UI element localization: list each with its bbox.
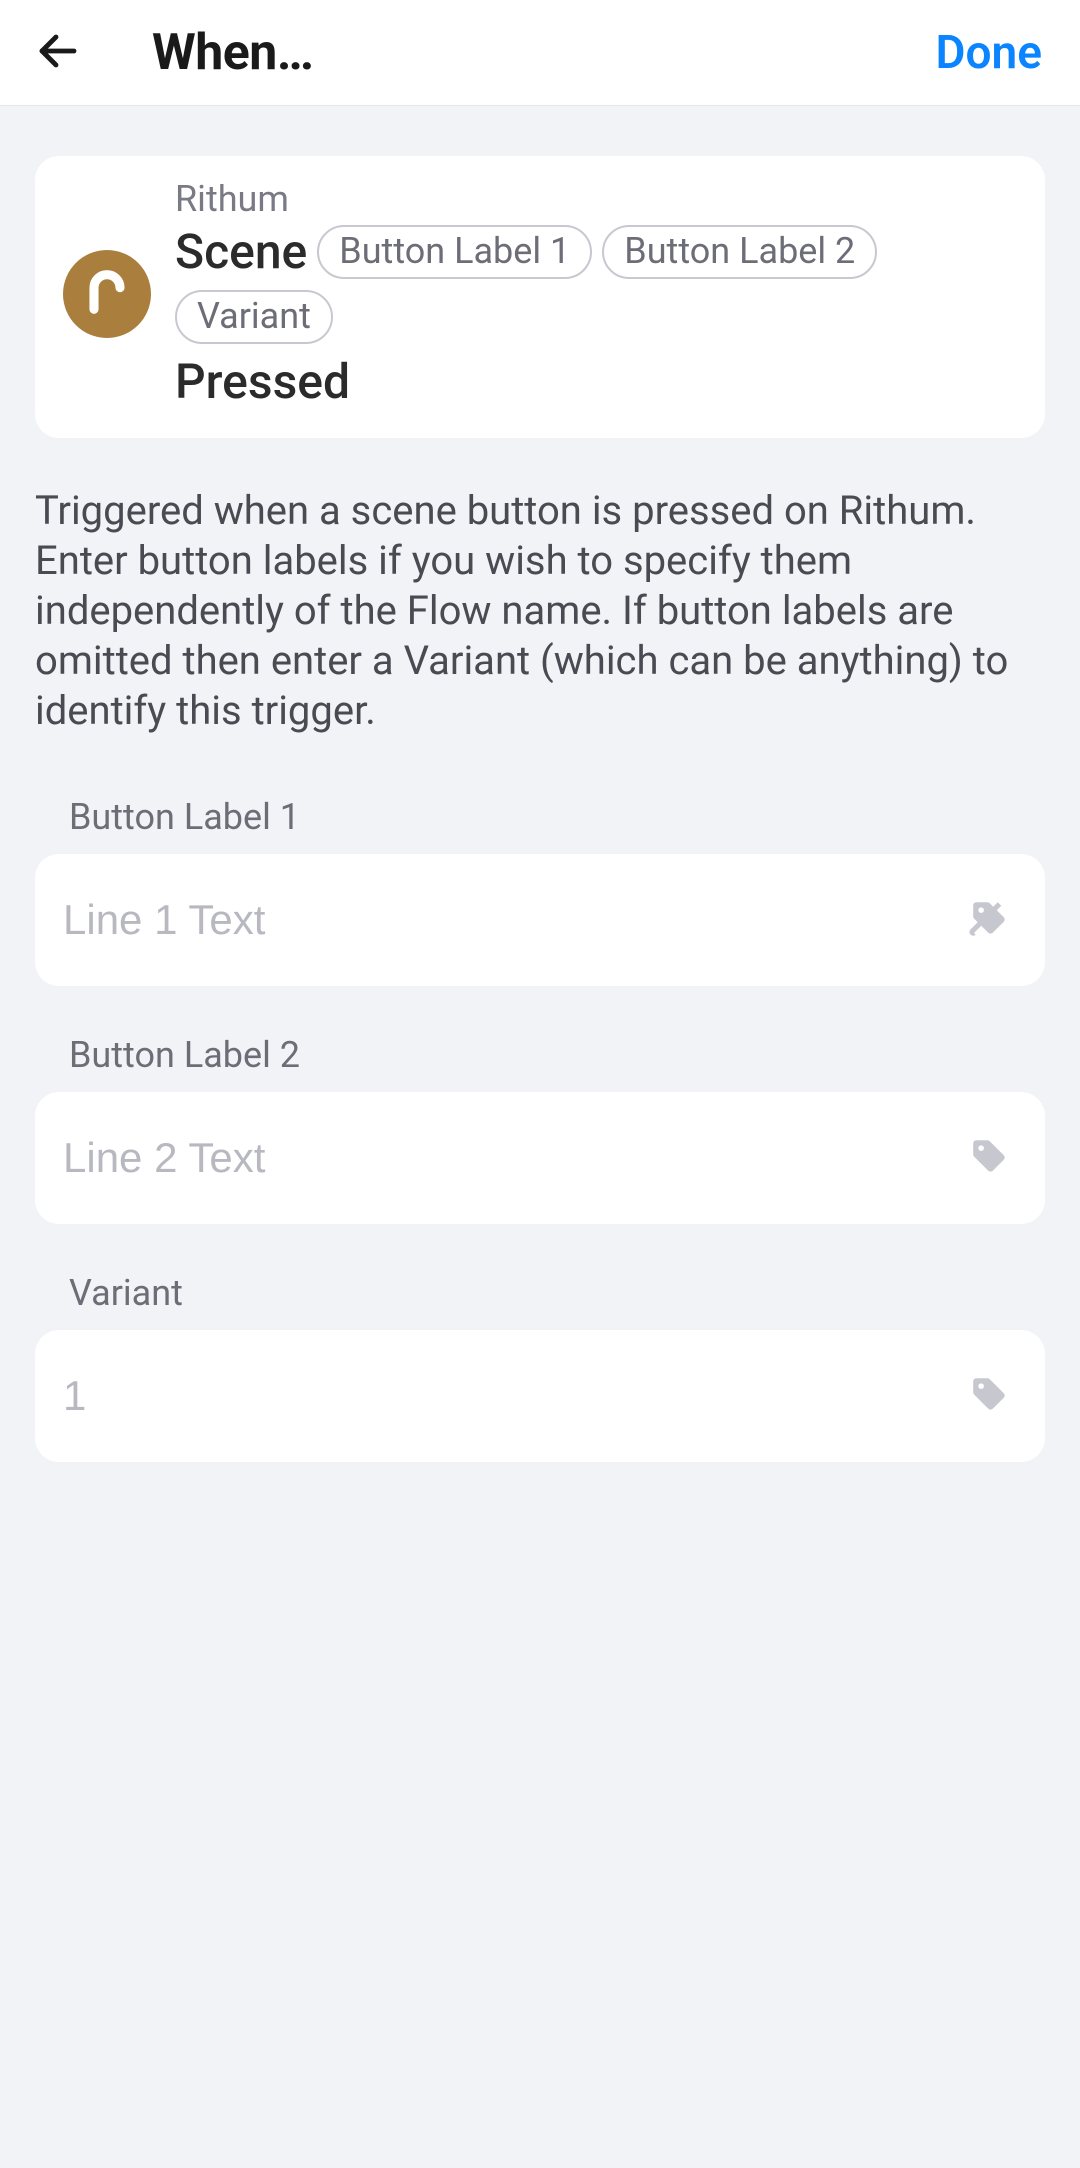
field-variant: Variant [35,1272,1045,1462]
trigger-word-scene: Scene [175,224,307,280]
tag-icon [968,1135,1010,1181]
field-button-label-2: Button Label 2 [35,1034,1045,1224]
chip-button-label-2[interactable]: Button Label 2 [602,225,877,279]
trigger-description: Triggered when a scene button is pressed… [35,438,1045,736]
field-button-label-1: Button Label 1 [35,796,1045,986]
back-button[interactable] [8,3,108,103]
button-label-2-input[interactable] [63,1092,961,1224]
app-name-label: Rithum [175,178,1017,220]
done-button[interactable]: Done [916,26,1062,80]
trigger-word-pressed: Pressed [175,354,1007,410]
variant-input[interactable] [63,1330,961,1462]
field-label: Variant [35,1272,1045,1330]
chip-variant[interactable]: Variant [175,290,333,344]
app-icon [63,250,151,338]
button-label-1-input[interactable] [63,854,961,986]
page-title: When… [108,24,916,82]
input-wrap [35,1330,1045,1462]
tag-picker-button[interactable] [961,892,1017,948]
header: When… Done [0,0,1080,106]
input-wrap [35,854,1045,986]
field-label: Button Label 1 [35,796,1045,854]
trigger-card-body: Rithum Scene Button Label 1 Button Label… [175,178,1017,410]
tag-icon [968,1373,1010,1419]
trigger-card[interactable]: Rithum Scene Button Label 1 Button Label… [35,156,1045,438]
tag-icon [968,897,1010,943]
input-wrap [35,1092,1045,1224]
chip-button-label-1[interactable]: Button Label 1 [317,225,592,279]
rithum-logo-icon [81,266,133,322]
arrow-left-icon [34,27,82,79]
form: Button Label 1 Button Label 2 [35,736,1045,1462]
content: Rithum Scene Button Label 1 Button Label… [0,106,1080,1462]
trigger-summary: Scene Button Label 1 Button Label 2 Vari… [175,224,1017,410]
tag-picker-button[interactable] [961,1130,1017,1186]
field-label: Button Label 2 [35,1034,1045,1092]
tag-picker-button[interactable] [961,1368,1017,1424]
